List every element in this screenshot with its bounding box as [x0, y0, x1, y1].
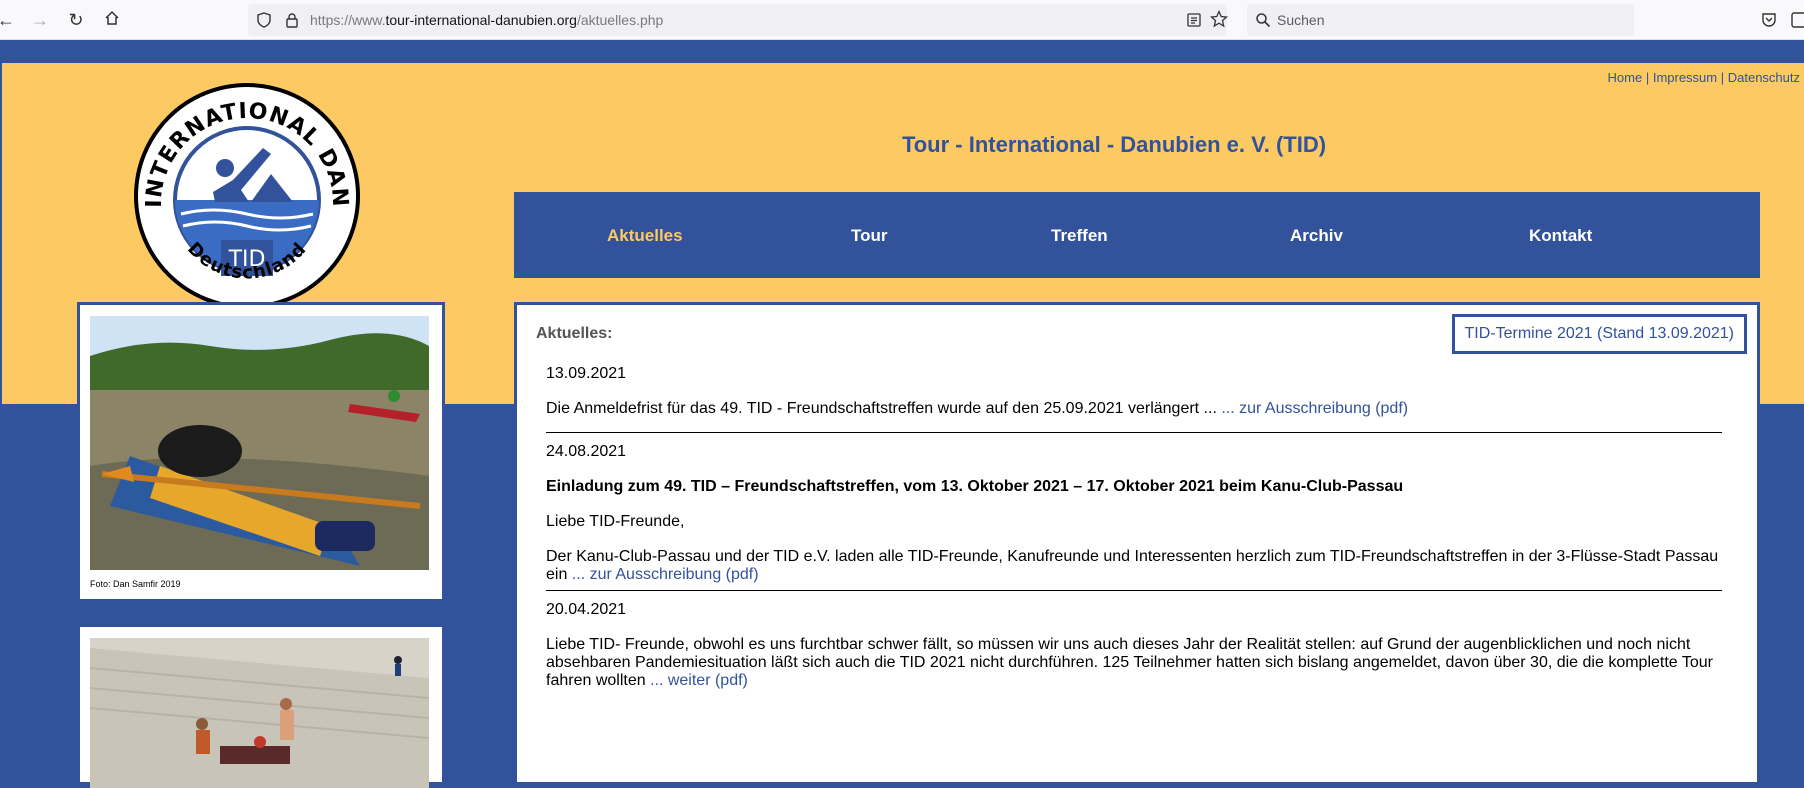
home-icon[interactable] — [100, 8, 124, 32]
entry-date: 24.08.2021 — [546, 443, 627, 460]
nav-item-tour[interactable]: Tour — [851, 226, 888, 246]
nav-item-aktuelles[interactable]: Aktuelles — [607, 226, 683, 246]
termine-button[interactable]: TID-Termine 2021 (Stand 13.09.2021) — [1451, 314, 1747, 354]
home-link[interactable]: Home — [1608, 70, 1643, 85]
entry-text: Die Anmeldefrist für das 49. TID - Freun… — [546, 400, 1409, 417]
url-text: https://www.tour-international-danubien.… — [310, 12, 664, 28]
entry-text: Der Kanu-Club-Passau und der TID e.V. la… — [546, 548, 1719, 583]
nav-item-archiv[interactable]: Archiv — [1290, 226, 1343, 246]
search-icon — [1256, 13, 1271, 28]
entry-date: 13.09.2021 — [546, 365, 627, 382]
reload-icon[interactable]: ↻ — [64, 8, 88, 32]
entry-greeting: Liebe TID-Freunde, — [546, 513, 685, 530]
news-entry: 13.09.2021 Die Anmeldefrist für das 49. … — [546, 365, 1726, 435]
content-heading: Aktuelles: — [536, 325, 613, 342]
photo-card: Foto: Dan Samfir 2019 — [77, 302, 445, 602]
entry-date: 20.04.2021 — [546, 601, 627, 618]
page: Home | Impressum | Datenschutz TOUR INTE… — [0, 40, 1804, 788]
top-links: Home | Impressum | Datenschutz — [1607, 70, 1800, 85]
search-bar[interactable]: Suchen — [1247, 4, 1634, 36]
address-bar[interactable]: https://www.tour-international-danubien.… — [248, 4, 1228, 36]
photo-card — [77, 624, 445, 788]
site-title: Tour - International - Danubien e. V. (T… — [901, 132, 1327, 157]
ausschreibung-link[interactable]: ... zur Ausschreibung (pdf) — [1217, 400, 1408, 417]
datenschutz-link[interactable]: Datenschutz — [1728, 70, 1800, 85]
ausschreibung-link[interactable]: ... zur Ausschreibung (pdf) — [567, 566, 759, 583]
main-nav: Aktuelles Tour Treffen Archiv Kontakt — [514, 192, 1760, 278]
photo-group-on-shore — [90, 638, 429, 788]
entry-headline: Einladung zum 49. TID – Freundschaftstre… — [546, 478, 1404, 495]
tid-logo: TOUR INTERNATIONAL DANUBIEN Deutschland … — [133, 82, 360, 309]
photo-caption: Foto: Dan Samfir 2019 — [90, 579, 181, 589]
shield-icon[interactable] — [256, 12, 272, 28]
back-icon[interactable]: ← — [0, 8, 18, 32]
extensions-icon[interactable] — [1789, 10, 1804, 30]
entry-text: Liebe TID- Freunde, obwohl es uns furcht… — [546, 636, 1713, 689]
bookmark-star-icon[interactable] — [1210, 10, 1228, 28]
save-to-pocket-icon[interactable] — [1759, 10, 1779, 30]
lock-icon[interactable] — [284, 12, 300, 28]
nav-item-kontakt[interactable]: Kontakt — [1529, 226, 1592, 246]
weiter-link[interactable]: ... weiter (pdf) — [646, 672, 748, 689]
forward-icon[interactable]: → — [28, 8, 52, 32]
news-entry: 24.08.2021 Einladung zum 49. TID – Freun… — [546, 443, 1726, 601]
news-content: Aktuelles: TID-Termine 2021 (Stand 13.09… — [514, 302, 1760, 785]
search-placeholder: Suchen — [1277, 12, 1325, 28]
divider — [546, 432, 1722, 433]
svg-text:TID: TID — [228, 247, 266, 272]
photo-kayak-shore — [90, 316, 429, 570]
news-entry: 20.04.2021 Liebe TID- Freunde, obwohl es… — [546, 601, 1726, 707]
divider — [546, 590, 1722, 591]
browser-toolbar: ← → ↻ https://www.tour-international-dan… — [0, 0, 1804, 40]
reader-view-icon[interactable] — [1186, 12, 1202, 28]
impressum-link[interactable]: Impressum — [1653, 70, 1717, 85]
nav-item-treffen[interactable]: Treffen — [1051, 226, 1108, 246]
